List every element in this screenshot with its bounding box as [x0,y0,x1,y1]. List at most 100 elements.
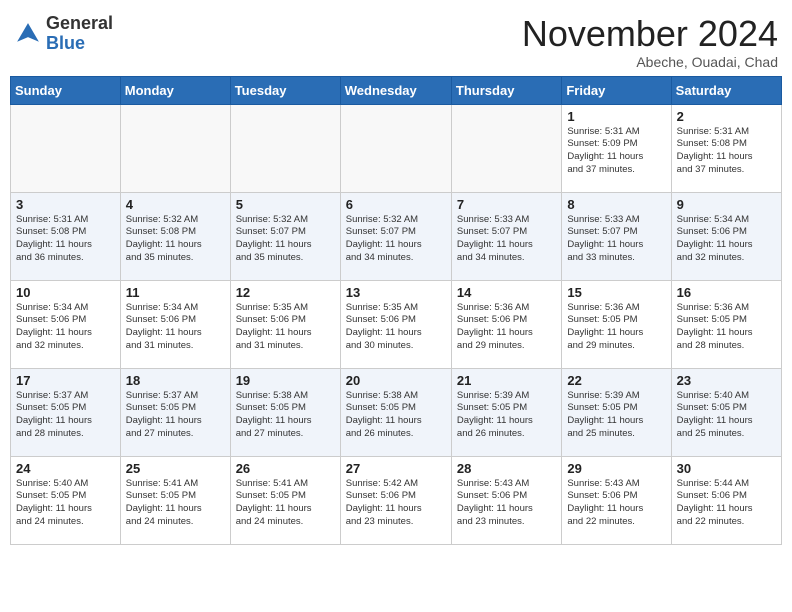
calendar-cell: 23Sunrise: 5:40 AM Sunset: 5:05 PM Dayli… [671,368,781,456]
calendar-cell: 19 Sunrise: 5:38 AM Sunset: 5:05 PM Dayli… [230,368,340,456]
day-number: 29 [567,461,665,476]
day-number: 24 [16,461,115,476]
day-number: 11 [126,285,225,300]
day-info: Sunrise: 5:31 AM Sunset: 5:08 PM Dayligh… [677,126,776,177]
calendar-cell [230,104,340,192]
day-number: 13 [346,285,446,300]
day-info: Sunrise: 5:35 AM Sunset: 5:06 PM Dayligh… [346,302,446,353]
location-subtitle: Abeche, Ouadai, Chad [522,54,778,70]
calendar-cell: 14Sunrise: 5:36 AM Sunset: 5:06 PM Dayli… [451,280,561,368]
logo-icon [14,20,42,48]
day-info: Sunrise: 5:43 AM Sunset: 5:06 PM Dayligh… [567,478,665,529]
calendar-cell: 25 Sunrise: 5:41 AM Sunset: 5:05 PM Dayli… [120,456,230,544]
day-info: Sunrise: 5:37 AM Sunset: 5:05 PM Dayligh… [126,390,225,441]
calendar-cell: 6Sunrise: 5:32 AM Sunset: 5:07 PM Daylig… [340,192,451,280]
logo-general: General [46,14,113,34]
calendar-header-row: SundayMondayTuesdayWednesdayThursdayFrid… [11,76,782,104]
day-info: Sunrise: 5:37 AM Sunset: 5:05 PM Dayligh… [16,390,115,441]
calendar-cell: 7Sunrise: 5:33 AM Sunset: 5:07 PM Daylig… [451,192,561,280]
calendar-cell: 20 Sunrise: 5:38 AM Sunset: 5:05 PM Dayli… [340,368,451,456]
day-number: 26 [236,461,335,476]
day-number: 25 [126,461,225,476]
day-number: 18 [126,373,225,388]
page-header: General Blue November 2024 Abeche, Ouada… [10,10,782,70]
day-info: Sunrise: 5:35 AM Sunset: 5:06 PM Dayligh… [236,302,335,353]
calendar-cell: 28 Sunrise: 5:43 AM Sunset: 5:06 PM Dayli… [451,456,561,544]
calendar-day-header: Tuesday [230,76,340,104]
day-info: Sunrise: 5:43 AM Sunset: 5:06 PM Dayligh… [457,478,556,529]
title-area: November 2024 Abeche, Ouadai, Chad [522,14,778,70]
calendar-cell [340,104,451,192]
day-info: Sunrise: 5:31 AM Sunset: 5:08 PM Dayligh… [16,214,115,265]
day-number: 9 [677,197,776,212]
day-number: 6 [346,197,446,212]
calendar-cell [11,104,121,192]
calendar-cell: 12Sunrise: 5:35 AM Sunset: 5:06 PM Dayli… [230,280,340,368]
calendar-cell: 18 Sunrise: 5:37 AM Sunset: 5:05 PM Dayli… [120,368,230,456]
logo: General Blue [14,14,113,54]
day-info: Sunrise: 5:36 AM Sunset: 5:05 PM Dayligh… [567,302,665,353]
calendar-day-header: Monday [120,76,230,104]
calendar-cell [451,104,561,192]
calendar-cell: 13 Sunrise: 5:35 AM Sunset: 5:06 PM Dayli… [340,280,451,368]
calendar-cell: 16 Sunrise: 5:36 AM Sunset: 5:05 PM Dayli… [671,280,781,368]
calendar-day-header: Thursday [451,76,561,104]
calendar-cell: 21 Sunrise: 5:39 AM Sunset: 5:05 PM Dayli… [451,368,561,456]
day-number: 21 [457,373,556,388]
day-info: Sunrise: 5:39 AM Sunset: 5:05 PM Dayligh… [457,390,556,441]
day-info: Sunrise: 5:41 AM Sunset: 5:05 PM Dayligh… [236,478,335,529]
day-number: 2 [677,109,776,124]
day-number: 5 [236,197,335,212]
logo-text: General Blue [46,14,113,54]
day-info: Sunrise: 5:39 AM Sunset: 5:05 PM Dayligh… [567,390,665,441]
day-info: Sunrise: 5:38 AM Sunset: 5:05 PM Dayligh… [346,390,446,441]
day-info: Sunrise: 5:34 AM Sunset: 5:06 PM Dayligh… [16,302,115,353]
day-number: 19 [236,373,335,388]
day-info: Sunrise: 5:33 AM Sunset: 5:07 PM Dayligh… [567,214,665,265]
day-info: Sunrise: 5:33 AM Sunset: 5:07 PM Dayligh… [457,214,556,265]
calendar-day-header: Friday [562,76,671,104]
calendar-day-header: Wednesday [340,76,451,104]
calendar-week-row: 1Sunrise: 5:31 AM Sunset: 5:09 PM Daylig… [11,104,782,192]
calendar-cell: 22 Sunrise: 5:39 AM Sunset: 5:05 PM Dayli… [562,368,671,456]
day-info: Sunrise: 5:44 AM Sunset: 5:06 PM Dayligh… [677,478,776,529]
calendar-cell: 2 Sunrise: 5:31 AM Sunset: 5:08 PM Daylig… [671,104,781,192]
day-info: Sunrise: 5:38 AM Sunset: 5:05 PM Dayligh… [236,390,335,441]
day-number: 3 [16,197,115,212]
day-number: 14 [457,285,556,300]
calendar-cell: 24Sunrise: 5:40 AM Sunset: 5:05 PM Dayli… [11,456,121,544]
calendar-cell: 9 Sunrise: 5:34 AM Sunset: 5:06 PM Daylig… [671,192,781,280]
calendar-cell: 30 Sunrise: 5:44 AM Sunset: 5:06 PM Dayli… [671,456,781,544]
day-number: 1 [567,109,665,124]
calendar-cell: 3 Sunrise: 5:31 AM Sunset: 5:08 PM Daylig… [11,192,121,280]
calendar-cell: 26 Sunrise: 5:41 AM Sunset: 5:05 PM Dayli… [230,456,340,544]
day-number: 16 [677,285,776,300]
calendar-cell: 8Sunrise: 5:33 AM Sunset: 5:07 PM Daylig… [562,192,671,280]
calendar-table: SundayMondayTuesdayWednesdayThursdayFrid… [10,76,782,545]
day-number: 4 [126,197,225,212]
day-info: Sunrise: 5:41 AM Sunset: 5:05 PM Dayligh… [126,478,225,529]
calendar-week-row: 17 Sunrise: 5:37 AM Sunset: 5:05 PM Dayli… [11,368,782,456]
day-number: 27 [346,461,446,476]
month-title: November 2024 [522,14,778,54]
calendar-cell: 5Sunrise: 5:32 AM Sunset: 5:07 PM Daylig… [230,192,340,280]
day-number: 10 [16,285,115,300]
day-number: 23 [677,373,776,388]
calendar-cell: 29 Sunrise: 5:43 AM Sunset: 5:06 PM Dayli… [562,456,671,544]
day-info: Sunrise: 5:36 AM Sunset: 5:05 PM Dayligh… [677,302,776,353]
day-number: 20 [346,373,446,388]
day-info: Sunrise: 5:34 AM Sunset: 5:06 PM Dayligh… [677,214,776,265]
day-number: 17 [16,373,115,388]
calendar-cell [120,104,230,192]
day-info: Sunrise: 5:34 AM Sunset: 5:06 PM Dayligh… [126,302,225,353]
day-number: 30 [677,461,776,476]
calendar-cell: 11 Sunrise: 5:34 AM Sunset: 5:06 PM Dayli… [120,280,230,368]
calendar-cell: 4Sunrise: 5:32 AM Sunset: 5:08 PM Daylig… [120,192,230,280]
calendar-cell: 10 Sunrise: 5:34 AM Sunset: 5:06 PM Dayli… [11,280,121,368]
calendar-cell: 17 Sunrise: 5:37 AM Sunset: 5:05 PM Dayli… [11,368,121,456]
logo-blue: Blue [46,34,113,54]
day-number: 28 [457,461,556,476]
calendar-cell: 27Sunrise: 5:42 AM Sunset: 5:06 PM Dayli… [340,456,451,544]
calendar-week-row: 10 Sunrise: 5:34 AM Sunset: 5:06 PM Dayli… [11,280,782,368]
day-number: 22 [567,373,665,388]
